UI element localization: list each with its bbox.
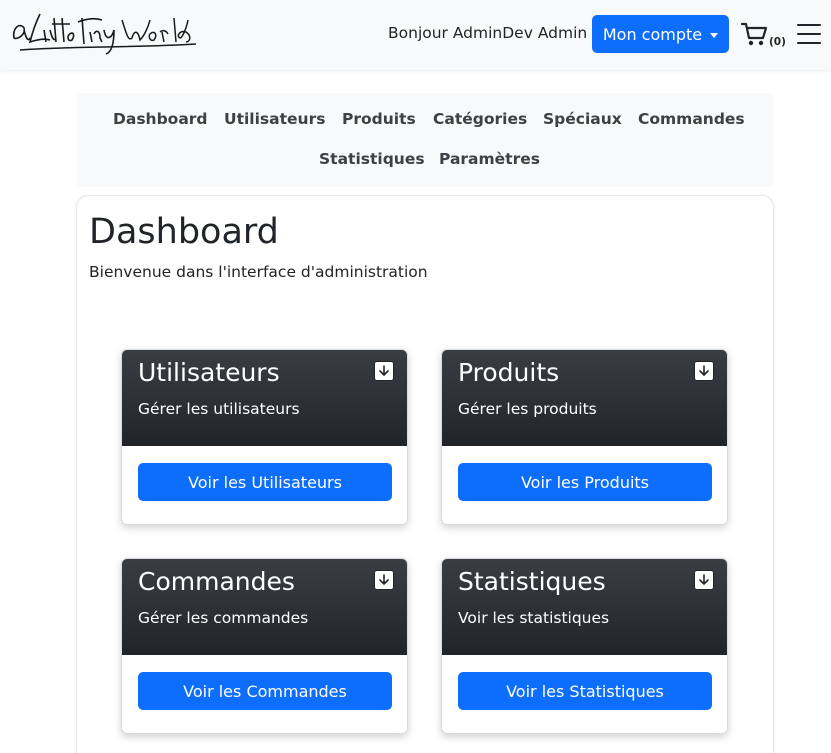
- download-icon: [694, 570, 714, 590]
- card-commandes: Commandes Gérer les commandes Voir les C…: [121, 558, 408, 734]
- top-navbar: Bonjour AdminDev Admin Mon compte (0): [0, 0, 831, 70]
- view-orders-button[interactable]: Voir les Commandes: [138, 672, 392, 710]
- card-header: Commandes Gérer les commandes: [122, 559, 407, 655]
- nav-item-produits[interactable]: Produits: [342, 110, 416, 128]
- card-description: Gérer les produits: [458, 400, 597, 418]
- card-utilisateurs: Utilisateurs Gérer les utilisateurs Voir…: [121, 349, 408, 525]
- card-header: Statistiques Voir les statistiques: [442, 559, 727, 655]
- account-button-label: Mon compte: [602, 24, 703, 44]
- card-title: Statistiques: [458, 567, 606, 596]
- view-products-button[interactable]: Voir les Produits: [458, 463, 712, 501]
- page-title: Dashboard: [89, 212, 279, 252]
- nav-item-utilisateurs[interactable]: Utilisateurs: [224, 110, 325, 128]
- card-header: Utilisateurs Gérer les utilisateurs: [122, 350, 407, 446]
- card-description: Gérer les utilisateurs: [138, 400, 300, 418]
- cart-button[interactable]: (0): [741, 22, 787, 52]
- nav-item-statistiques[interactable]: Statistiques: [319, 150, 425, 168]
- card-description: Gérer les commandes: [138, 609, 309, 627]
- nav-item-dashboard[interactable]: Dashboard: [113, 110, 208, 128]
- cart-count: (0): [769, 36, 786, 48]
- card-title: Produits: [458, 358, 560, 387]
- nav-item-commandes[interactable]: Commandes: [638, 110, 745, 128]
- nav-item-speciaux[interactable]: Spéciaux: [543, 110, 622, 128]
- cart-icon: [741, 22, 768, 46]
- greeting-text: Bonjour AdminDev Admin: [388, 24, 588, 42]
- download-icon: [374, 570, 394, 590]
- card-description: Voir les statistiques: [458, 609, 610, 627]
- view-statistics-button[interactable]: Voir les Statistiques: [458, 672, 712, 710]
- card-produits: Produits Gérer les produits Voir les Pro…: [441, 349, 728, 525]
- account-dropdown-button[interactable]: Mon compte: [592, 15, 729, 53]
- download-icon: [374, 361, 394, 381]
- card-statistiques: Statistiques Voir les statistiques Voir …: [441, 558, 728, 734]
- download-icon: [694, 361, 714, 381]
- card-title: Utilisateurs: [138, 358, 280, 387]
- page-subtitle: Bienvenue dans l'interface d'administrat…: [89, 263, 428, 281]
- hamburger-menu-icon[interactable]: [797, 23, 821, 45]
- brand-logo[interactable]: [10, 8, 198, 60]
- nav-item-parametres[interactable]: Paramètres: [439, 150, 540, 168]
- card-header: Produits Gérer les produits: [442, 350, 727, 446]
- nav-item-categories[interactable]: Catégories: [433, 110, 527, 128]
- card-title: Commandes: [138, 567, 295, 596]
- caret-down-icon: [710, 32, 719, 38]
- view-users-button[interactable]: Voir les Utilisateurs: [138, 463, 392, 501]
- admin-nav: Dashboard Utilisateurs Produits Catégori…: [77, 93, 773, 187]
